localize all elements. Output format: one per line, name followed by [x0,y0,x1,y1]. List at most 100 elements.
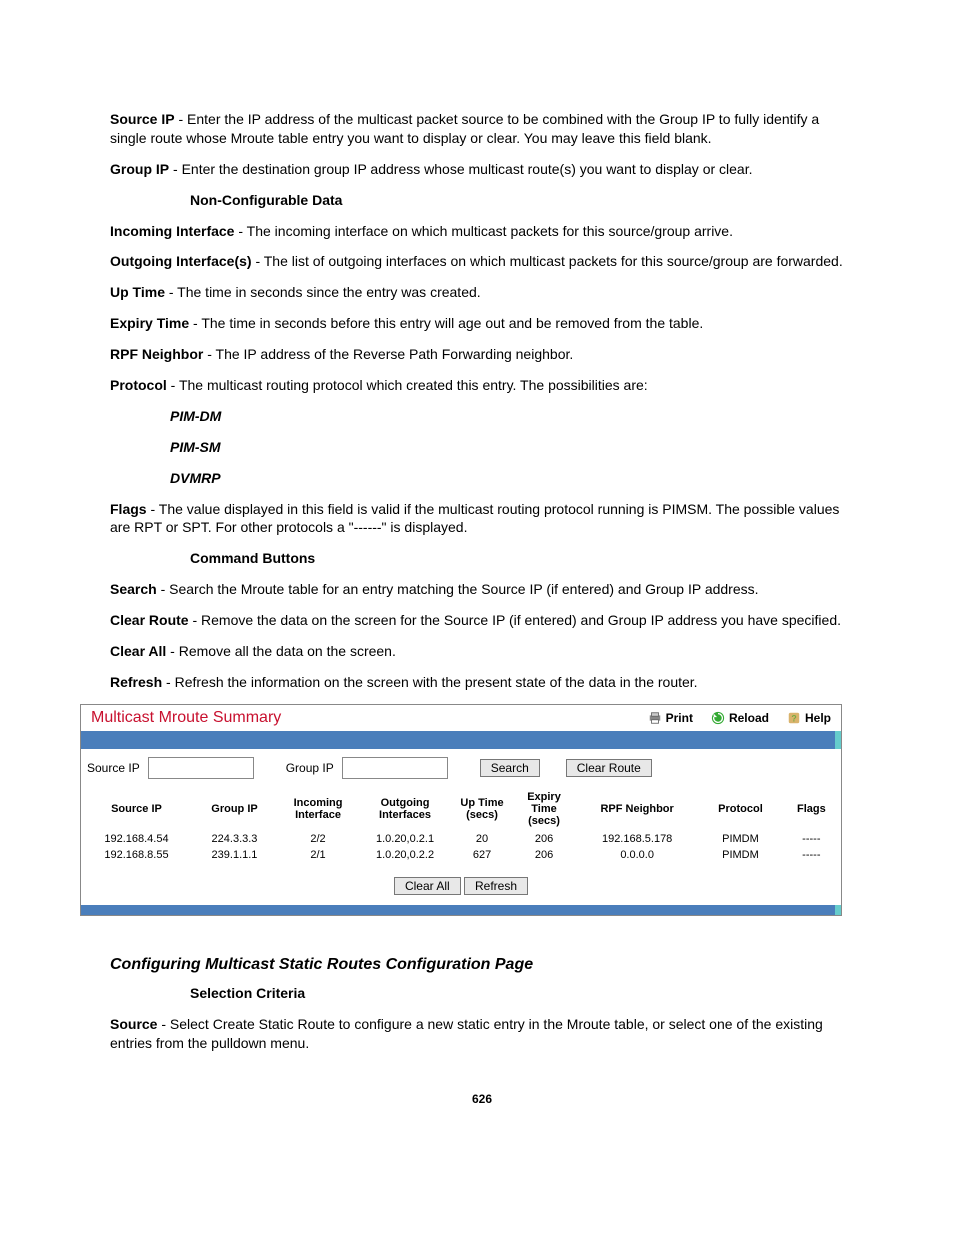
label-source-ip: Source IP [110,111,175,127]
label-incoming-if: Incoming Interface [110,223,234,239]
search-row: Source IP Group IP Search Clear Route [81,749,841,787]
svg-text:?: ? [791,713,796,723]
cell-expiry: 206 [513,831,575,847]
print-action[interactable]: Print [648,711,693,725]
label-protocol: Protocol [110,377,167,393]
label-clear-all: Clear All [110,643,166,659]
label-refresh: Refresh [110,674,162,690]
para-group-ip: Group IP - Enter the destination group I… [110,160,854,179]
heading-selection-criteria: Selection Criteria [190,984,854,1003]
search-source-ip-label: Source IP [87,761,140,775]
heading-command-buttons: Command Buttons [190,549,854,568]
clear-all-button[interactable]: Clear All [394,877,461,895]
label-source: Source [110,1016,157,1032]
label-rpf: RPF Neighbor [110,346,203,362]
desc-flags: - The value displayed in this field is v… [110,501,839,536]
para-flags: Flags - The value displayed in this fiel… [110,500,854,538]
help-label: Help [805,711,831,725]
th-flags: Flags [782,787,841,831]
cell-source_ip: 192.168.4.54 [81,831,192,847]
cell-uptime: 20 [451,831,513,847]
desc-source: - Select Create Static Route to configur… [110,1016,823,1051]
th-source-ip: Source IP [81,787,192,831]
desc-clear-all: - Remove all the data on the screen. [166,643,396,659]
th-rpf: RPF Neighbor [575,787,699,831]
para-clear-route: Clear Route - Remove the data on the scr… [110,611,854,630]
search-group-ip-input[interactable] [342,757,448,779]
para-rpf: RPF Neighbor - The IP address of the Rev… [110,345,854,364]
desc-incoming-if: - The incoming interface on which multic… [234,223,733,239]
desc-expiry: - The time in seconds before this entry … [189,315,703,331]
reload-action[interactable]: Reload [711,711,769,725]
label-flags: Flags [110,501,147,517]
refresh-button[interactable]: Refresh [464,877,528,895]
search-button[interactable]: Search [480,759,540,777]
cell-uptime: 627 [451,847,513,863]
proto-pimsm: PIM-SM [170,438,854,457]
mroute-summary-panel: Multicast Mroute Summary Print Reload ? … [80,704,842,916]
help-icon: ? [787,711,801,725]
table-header-row: Source IP Group IP Incoming Interface Ou… [81,787,841,831]
divider-bar [81,731,841,749]
search-source-ip-input[interactable] [148,757,254,779]
table-row: 192.168.8.55239.1.1.12/11.0.20,0.2.26272… [81,847,841,863]
cell-protocol: PIMDM [699,847,781,863]
label-group-ip: Group IP [110,161,169,177]
cell-protocol: PIMDM [699,831,781,847]
help-action[interactable]: ? Help [787,711,831,725]
panel-actions: Print Reload ? Help [648,711,831,725]
print-label: Print [666,711,693,725]
table-row: 192.168.4.54224.3.3.32/21.0.20,0.2.12020… [81,831,841,847]
para-uptime: Up Time - The time in seconds since the … [110,283,854,302]
para-protocol: Protocol - The multicast routing protoco… [110,376,854,395]
desc-search: - Search the Mroute table for an entry m… [157,581,759,597]
desc-group-ip: - Enter the destination group IP address… [169,161,752,177]
label-search: Search [110,581,157,597]
label-clear-route: Clear Route [110,612,189,628]
mroute-table: Source IP Group IP Incoming Interface Ou… [81,787,841,863]
heading-non-configurable: Non-Configurable Data [190,191,854,210]
para-search: Search - Search the Mroute table for an … [110,580,854,599]
reload-icon [711,711,725,725]
clear-route-button[interactable]: Clear Route [566,759,652,777]
desc-clear-route: - Remove the data on the screen for the … [189,612,841,628]
cell-rpf: 192.168.5.178 [575,831,699,847]
cell-rpf: 0.0.0.0 [575,847,699,863]
table-body: 192.168.4.54224.3.3.32/21.0.20,0.2.12020… [81,831,841,863]
cell-source_ip: 192.168.8.55 [81,847,192,863]
desc-source-ip: - Enter the IP address of the multicast … [110,111,819,146]
para-expiry: Expiry Time - The time in seconds before… [110,314,854,333]
proto-dvmrp: DVMRP [170,469,854,488]
desc-rpf: - The IP address of the Reverse Path For… [203,346,573,362]
para-refresh: Refresh - Refresh the information on the… [110,673,854,692]
print-icon [648,711,662,725]
label-expiry: Expiry Time [110,315,189,331]
panel-header: Multicast Mroute Summary Print Reload ? … [81,705,841,731]
desc-outgoing-if: - The list of outgoing interfaces on whi… [252,253,843,269]
para-incoming-if: Incoming Interface - The incoming interf… [110,222,854,241]
desc-refresh: - Refresh the information on the screen … [162,674,697,690]
label-outgoing-if: Outgoing Interface(s) [110,253,252,269]
cell-flags: ----- [782,831,841,847]
th-outgoing: Outgoing Interfaces [359,787,451,831]
page-number: 626 [110,1092,854,1106]
th-expiry: Expiry Time (secs) [513,787,575,831]
th-incoming: Incoming Interface [277,787,359,831]
cell-incoming: 2/2 [277,831,359,847]
para-source-ip: Source IP - Enter the IP address of the … [110,110,854,148]
cell-flags: ----- [782,847,841,863]
desc-uptime: - The time in seconds since the entry wa… [165,284,481,300]
th-protocol: Protocol [699,787,781,831]
th-uptime: Up Time (secs) [451,787,513,831]
label-uptime: Up Time [110,284,165,300]
para-source: Source - Select Create Static Route to c… [110,1015,854,1053]
divider-bar-bottom [81,905,841,915]
cell-outgoing: 1.0.20,0.2.1 [359,831,451,847]
desc-protocol: - The multicast routing protocol which c… [167,377,648,393]
bottom-buttons: Clear All Refresh [81,863,841,905]
para-clear-all: Clear All - Remove all the data on the s… [110,642,854,661]
th-group-ip: Group IP [192,787,277,831]
cell-incoming: 2/1 [277,847,359,863]
reload-label: Reload [729,711,769,725]
para-outgoing-if: Outgoing Interface(s) - The list of outg… [110,252,854,271]
